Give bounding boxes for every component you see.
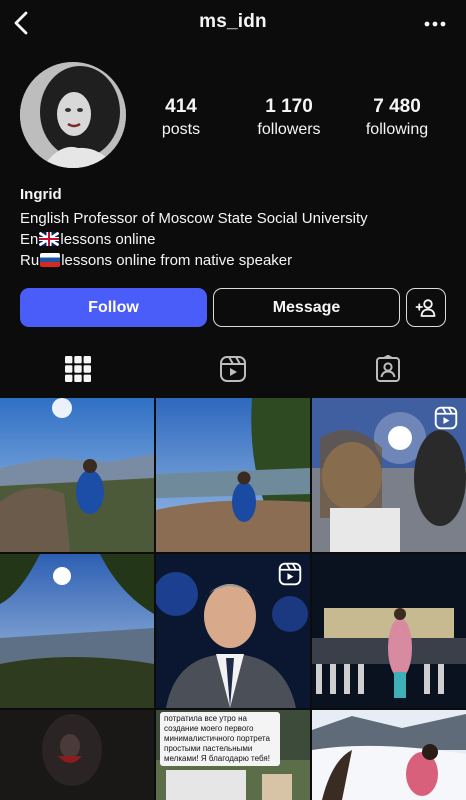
followers-count-value: 1 170 — [265, 96, 313, 117]
profile-tabs — [0, 348, 466, 392]
bio-line-2: En lessons online — [20, 229, 155, 250]
grid-post-9[interactable] — [312, 710, 466, 800]
post-thumbnail — [0, 398, 154, 552]
post-thumbnail — [312, 710, 466, 800]
grid-icon — [65, 356, 91, 382]
grid-post-4[interactable] — [0, 554, 154, 708]
posts-count-value: 414 — [165, 96, 197, 117]
profile-username: ms_idn — [199, 11, 267, 32]
uk-flag-icon — [39, 232, 60, 246]
suggest-users-button[interactable] — [406, 288, 446, 327]
post-thumbnail — [312, 554, 466, 708]
more-options-button[interactable] — [424, 14, 446, 34]
profile-name: Ingrid — [20, 186, 62, 203]
profile-avatar[interactable] — [20, 62, 126, 168]
reel-icon — [434, 406, 458, 430]
post-thumbnail — [156, 398, 310, 552]
post-caption-overlay: потратила все утро на создание моего пер… — [160, 712, 280, 766]
bio-line-1: English Professor of Moscow State Social… — [20, 210, 368, 227]
grid-post-5[interactable] — [156, 554, 310, 708]
followers-count[interactable]: 1 170 followers — [249, 96, 329, 141]
follow-button[interactable]: Follow — [20, 288, 207, 327]
posts-grid: потратила все утро на создание моего пер… — [0, 398, 466, 800]
post-thumbnail — [0, 710, 154, 800]
reels-icon — [220, 356, 246, 382]
posts-count-label: posts — [161, 121, 201, 138]
grid-post-2[interactable] — [156, 398, 310, 552]
tab-reels[interactable] — [218, 354, 248, 384]
bio-line-3-prefix: Ru — [20, 252, 40, 269]
message-button[interactable]: Message — [213, 288, 400, 327]
following-count-value: 7 480 — [373, 96, 421, 117]
followers-count-label: followers — [257, 121, 321, 138]
grid-post-7[interactable] — [0, 710, 154, 800]
russia-flag-icon — [40, 253, 61, 267]
following-count[interactable]: 7 480 following — [358, 96, 436, 141]
grid-post-6[interactable] — [312, 554, 466, 708]
bio-line-2-suffix: lessons online — [60, 231, 156, 248]
bio-line-3: Ru lessons online from native speaker — [20, 250, 292, 271]
following-count-label: following — [365, 121, 429, 138]
grid-post-8[interactable]: потратила все утро на создание моего пер… — [156, 710, 310, 800]
tagged-user-icon — [376, 355, 400, 382]
more-horizontal-icon — [424, 21, 446, 27]
bio-line-3-suffix: lessons online from native speaker — [61, 252, 293, 269]
grid-post-1[interactable] — [0, 398, 154, 552]
avatar-portrait — [20, 62, 126, 168]
reel-icon — [278, 562, 302, 586]
grid-post-3[interactable] — [312, 398, 466, 552]
post-thumbnail — [0, 554, 154, 708]
top-bar: ms_idn — [0, 0, 466, 46]
tab-tagged[interactable] — [373, 354, 403, 384]
add-user-icon — [415, 298, 436, 317]
bio-line-2-prefix: En — [20, 231, 39, 248]
posts-count[interactable]: 414 posts — [150, 96, 212, 141]
tab-posts-grid[interactable] — [63, 354, 93, 384]
